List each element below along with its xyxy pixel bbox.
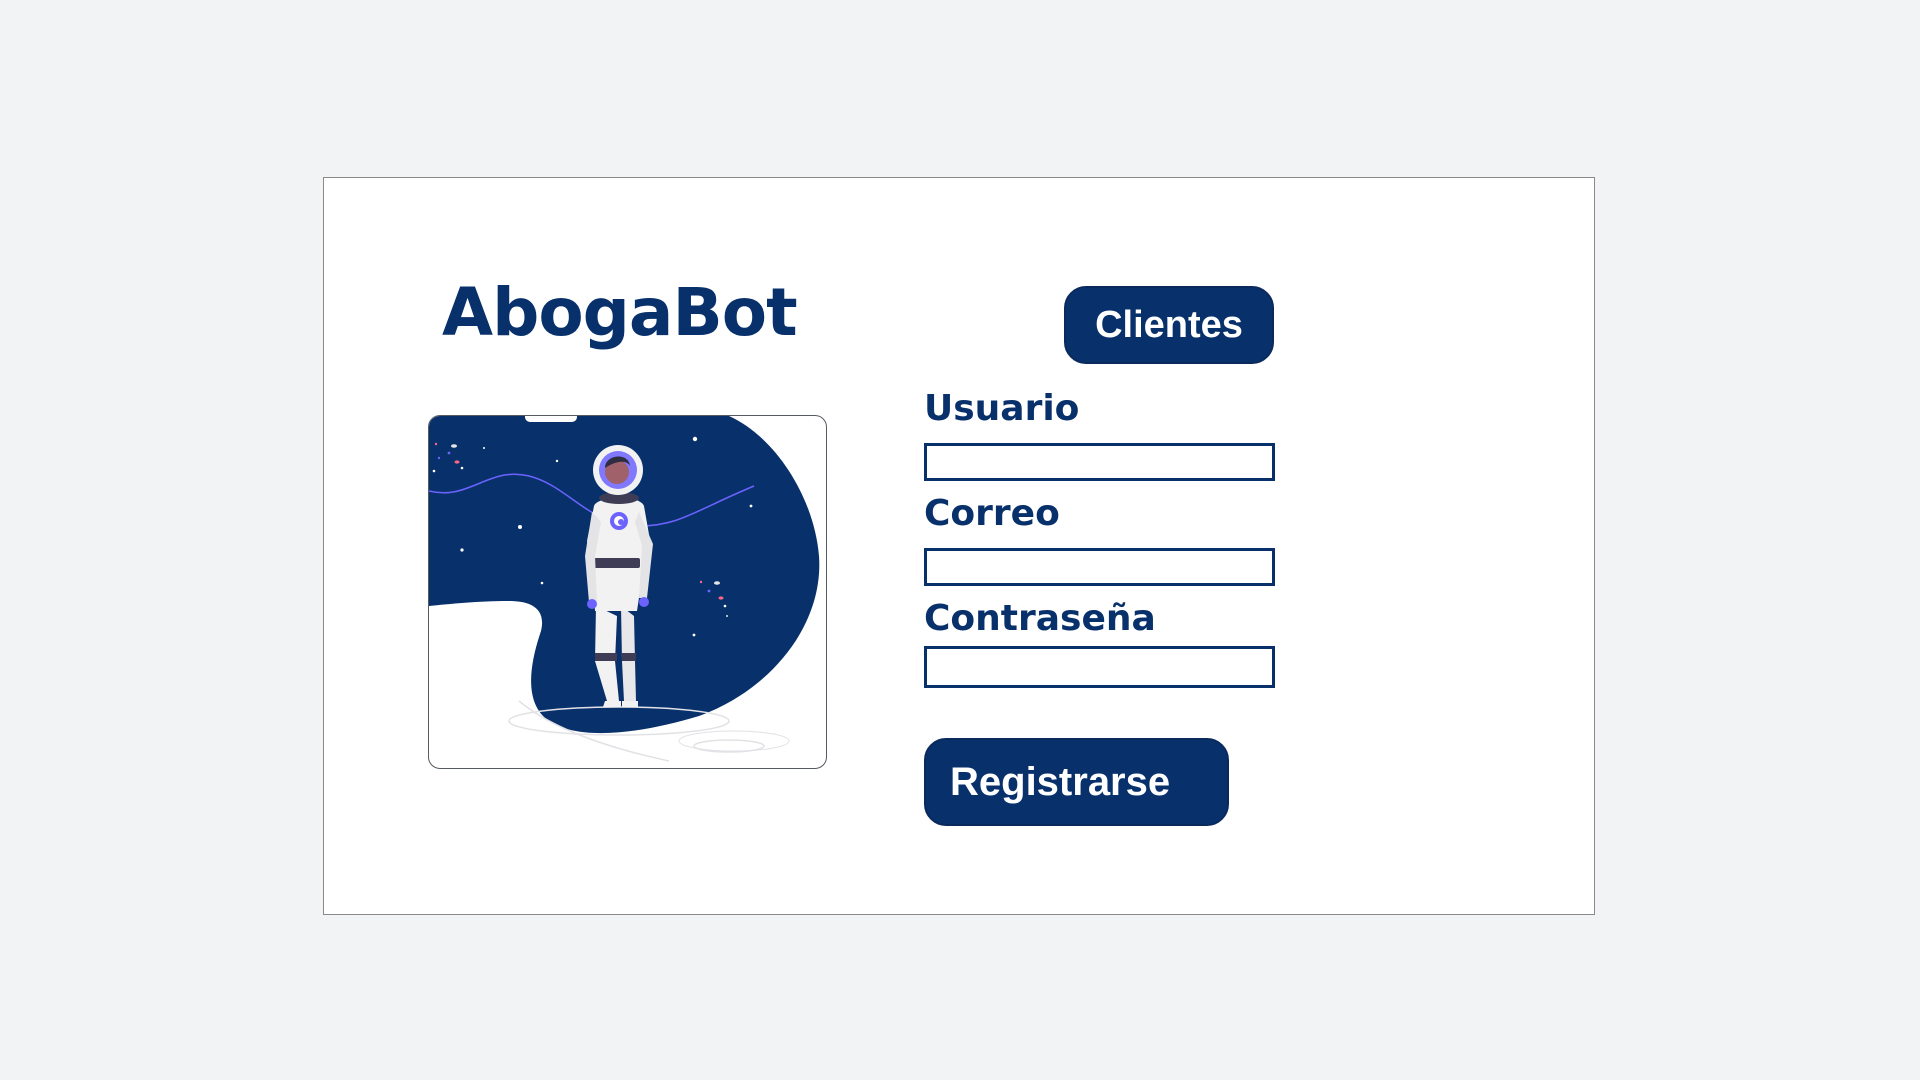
- email-label: Correo: [924, 493, 1060, 534]
- clients-button[interactable]: Clientes: [1064, 286, 1274, 364]
- username-input[interactable]: [924, 443, 1275, 481]
- password-input[interactable]: [924, 646, 1275, 688]
- register-button[interactable]: Registrarse: [924, 738, 1229, 826]
- astronaut-illustration: [428, 415, 827, 769]
- brand-title: AbogaBot: [442, 274, 798, 351]
- register-card: AbogaBot Clientes Usuario Correo Contras…: [323, 177, 1595, 915]
- email-input[interactable]: [924, 548, 1275, 586]
- username-label: Usuario: [924, 388, 1080, 429]
- space-scene-image: [429, 416, 820, 762]
- password-label: Contraseña: [924, 598, 1156, 639]
